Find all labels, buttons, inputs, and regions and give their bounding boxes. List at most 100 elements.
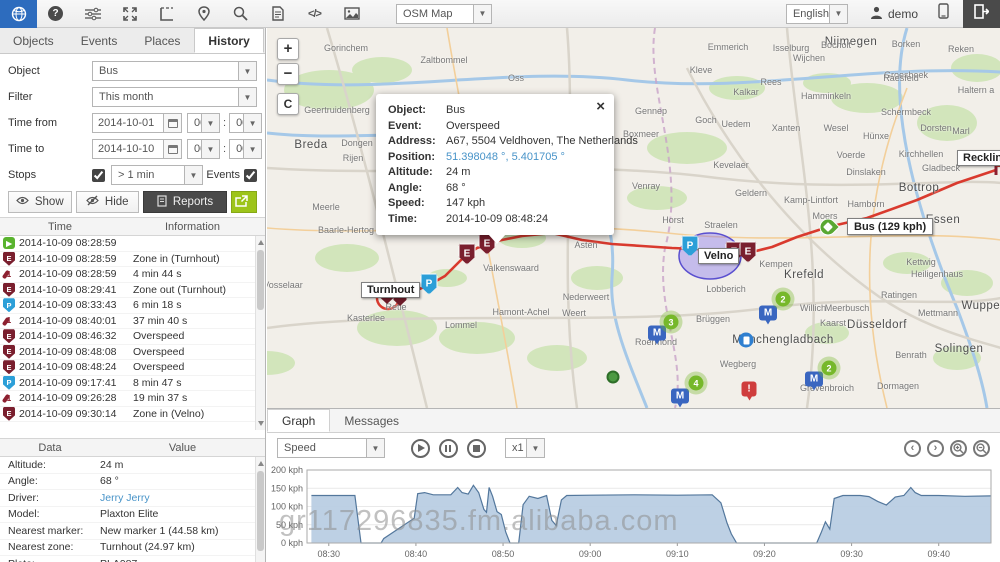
map-marker[interactable]: 4 (689, 376, 704, 391)
gallery-button[interactable] (333, 0, 370, 28)
event-list-item[interactable]: E 2014-10-09 08:48:08 Overspeed (0, 345, 265, 361)
mobile-app-button[interactable] (938, 3, 949, 24)
event-list-item[interactable]: 1 2014-10-09 09:26:28 19 min 37 s (0, 391, 265, 407)
show-button[interactable]: Show (8, 191, 72, 213)
data-column-header[interactable]: Data (0, 439, 100, 456)
zoom-out-button[interactable]: − (277, 63, 299, 85)
time-from-minute-select[interactable]: 00 ▼ (229, 113, 262, 133)
fullscreen-button[interactable] (111, 0, 148, 28)
sidebar-tab[interactable]: History (194, 28, 263, 53)
map-canvas[interactable]: NijmegenBredaEssenKrefeldDüsseldorfMönch… (267, 28, 1000, 408)
graph-zoom-in-button[interactable] (950, 440, 967, 457)
calendar-icon (168, 119, 178, 128)
event-list-item[interactable]: E 2014-10-09 09:30:14 Zone in (Velno) (0, 407, 265, 423)
pan-left-button[interactable]: ‹ (904, 440, 921, 457)
value-column-header[interactable]: Value (100, 439, 265, 456)
scroll-down-icon[interactable] (258, 421, 264, 426)
filter-select[interactable]: This month ▼ (92, 87, 257, 107)
data-row: Angle: 68 ° (0, 474, 265, 491)
event-list-item[interactable]: P 2014-10-09 09:17:41 8 min 47 s (0, 376, 265, 392)
zone-label[interactable]: Recklingh (957, 150, 1000, 166)
events-scrollbar[interactable] (255, 236, 265, 430)
logout-button[interactable] (963, 0, 1000, 28)
map-marker[interactable]: M (805, 372, 823, 387)
event-list-item[interactable]: E 2014-10-09 08:29:41 Zone out (Turnhout… (0, 283, 265, 299)
scroll-up-icon[interactable] (258, 240, 264, 245)
search-button[interactable] (222, 0, 259, 28)
center-map-button[interactable]: C (277, 93, 299, 115)
map-city-label: Gorinchem (324, 43, 368, 53)
event-list-item[interactable]: P 2014-10-09 08:33:43 6 min 18 s (0, 298, 265, 314)
map-marker[interactable]: 2 (822, 361, 837, 376)
hide-button[interactable]: Hide (76, 191, 140, 213)
chevron-down-icon: ▼ (473, 5, 491, 23)
time-column-header[interactable]: Time (0, 218, 120, 235)
measure-button[interactable] (148, 0, 185, 28)
time-to-hour-select[interactable]: 00 ▼ (187, 139, 220, 159)
places-button[interactable] (185, 0, 222, 28)
stop-button[interactable] (467, 439, 486, 458)
settings-button[interactable] (74, 0, 111, 28)
event-list-item[interactable]: 1 2014-10-09 08:40:01 37 min 40 s (0, 314, 265, 330)
zoom-in-button[interactable]: + (277, 38, 299, 60)
event-list-item[interactable]: E 2014-10-09 08:48:24 Overspeed (0, 360, 265, 376)
object-select[interactable]: Bus ▼ (92, 61, 257, 81)
event-type-icon: E (3, 345, 15, 359)
time-from-date-input[interactable]: 2014-10-01 (92, 113, 164, 133)
map-city-label: Krefeld (784, 269, 824, 281)
time-to-minute-select[interactable]: 00 ▼ (229, 139, 262, 159)
map-city-label: Voerde (837, 150, 866, 160)
scroll-up-icon[interactable] (258, 461, 264, 466)
event-list-item[interactable]: 1 2014-10-09 08:28:59 4 min 44 s (0, 267, 265, 283)
zone-label[interactable]: Turnhout (361, 282, 420, 298)
reports-top-button[interactable] (259, 0, 296, 28)
close-icon[interactable]: × (596, 100, 605, 114)
language-select[interactable]: English ▼ (786, 4, 848, 24)
play-button[interactable] (411, 439, 430, 458)
map-marker[interactable]: ! (742, 382, 757, 397)
time-to-date-input[interactable]: 2014-10-10 (92, 139, 164, 159)
map-view-button[interactable] (0, 0, 37, 28)
map-marker[interactable]: 3 (664, 315, 679, 330)
map-city-label: Hünxe (863, 131, 889, 141)
bottom-tab[interactable]: Graph (267, 409, 330, 432)
event-list-item[interactable]: ▶ 2014-10-09 08:28:59 (0, 236, 265, 252)
playback-rate-select[interactable]: x1 ▼ (505, 438, 545, 458)
graph-zoom-out-button[interactable] (973, 440, 990, 457)
scrollbar-thumb[interactable] (257, 250, 264, 310)
bus-speed-label[interactable]: Bus (129 kph) (847, 218, 933, 235)
time-from-calendar-button[interactable] (164, 113, 182, 133)
event-list-item[interactable]: E 2014-10-09 08:28:59 Zone in (Turnhout) (0, 252, 265, 268)
reports-button[interactable]: Reports (143, 191, 227, 213)
sidebar-tab[interactable]: Places (131, 28, 194, 53)
time-to-calendar-button[interactable] (164, 139, 182, 159)
pause-button[interactable] (439, 439, 458, 458)
sidebar-tab[interactable]: Objects (0, 28, 68, 53)
scrollbar-thumb[interactable] (257, 471, 264, 551)
map-marker[interactable]: M (759, 306, 777, 321)
map-marker[interactable]: 2 (776, 292, 791, 307)
map-marker[interactable] (607, 371, 620, 384)
zone-label[interactable]: Velno (698, 248, 739, 264)
bottom-tab[interactable]: Messages (330, 409, 413, 432)
pan-right-button[interactable]: › (927, 440, 944, 457)
data-scrollbar[interactable] (255, 457, 265, 562)
sidebar-tab[interactable]: Events (68, 28, 132, 53)
api-code-button[interactable]: </> (296, 0, 333, 28)
events-checkbox[interactable] (244, 169, 257, 182)
user-menu[interactable]: demo (870, 6, 918, 22)
information-column-header[interactable]: Information (120, 218, 265, 235)
map-marker[interactable]: M (671, 389, 689, 404)
help-button[interactable]: ? (37, 0, 74, 28)
map-provider-select[interactable]: OSM Map ▼ (396, 4, 492, 24)
event-info: Zone in (Velno) (133, 408, 265, 420)
stops-duration-select[interactable]: > 1 min ▼ (111, 165, 203, 185)
event-list-item[interactable]: E 2014-10-09 08:46:32 Overspeed (0, 329, 265, 345)
stops-checkbox[interactable] (92, 169, 105, 182)
map-marker[interactable]: M (648, 326, 666, 341)
export-button[interactable] (231, 191, 257, 213)
graph-metric-select[interactable]: Speed ▼ (277, 438, 385, 458)
speed-chart[interactable]: 0 kph50 kph100 kph150 kph200 kph08:3008:… (267, 463, 1000, 562)
map-marker[interactable] (739, 333, 754, 348)
time-from-hour-select[interactable]: 00 ▼ (187, 113, 220, 133)
